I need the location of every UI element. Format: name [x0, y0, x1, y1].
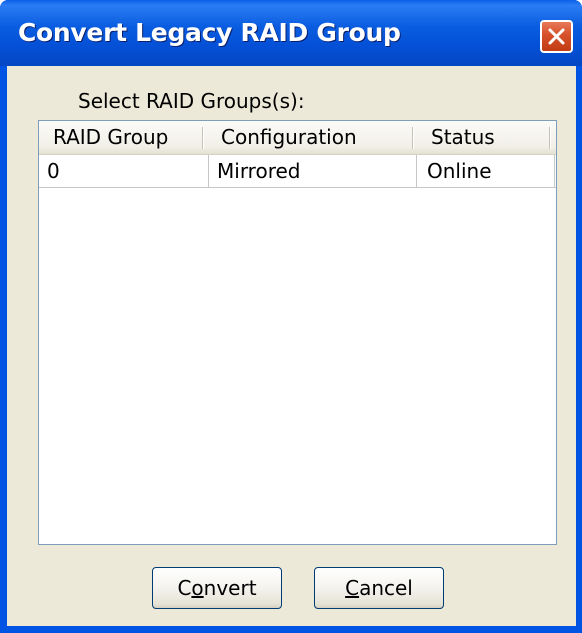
column-divider[interactable]	[412, 127, 414, 149]
cancel-mnemonic: C	[345, 576, 360, 600]
convert-mnemonic: o	[191, 576, 204, 600]
convert-button[interactable]: Convert	[152, 567, 282, 609]
cell-divider	[416, 155, 417, 187]
column-header-configuration[interactable]: Configuration	[221, 121, 357, 154]
column-divider[interactable]	[549, 127, 551, 149]
close-button[interactable]	[540, 20, 573, 53]
cancel-label-end: ancel	[359, 576, 413, 600]
column-header-status[interactable]: Status	[431, 121, 495, 154]
select-raid-groups-label: Select RAID Groups(s):	[78, 89, 305, 113]
cell-status: Online	[427, 159, 492, 183]
column-header-raid-group[interactable]: RAID Group	[53, 121, 168, 154]
cell-configuration: Mirrored	[217, 159, 301, 183]
title-bar[interactable]: Convert Legacy RAID Group	[0, 0, 582, 66]
convert-label-end: nvert	[203, 576, 257, 600]
close-icon	[548, 28, 565, 45]
dialog-body: Select RAID Groups(s): RAID Group Config…	[7, 66, 576, 626]
column-divider[interactable]	[202, 127, 204, 149]
table-row[interactable]: 0 Mirrored Online	[39, 155, 556, 188]
cell-raid-group: 0	[47, 159, 60, 183]
convert-label-start: C	[177, 576, 192, 600]
raid-group-table[interactable]: RAID Group Configuration Status 0 Mirror…	[38, 120, 557, 545]
window-title: Convert Legacy RAID Group	[18, 18, 401, 47]
table-header: RAID Group Configuration Status	[39, 121, 556, 155]
cell-divider	[554, 155, 555, 187]
cancel-button[interactable]: Cancel	[314, 567, 444, 609]
cell-divider	[208, 155, 209, 187]
dialog-window: Convert Legacy RAID Group Select RAID Gr…	[0, 0, 582, 633]
